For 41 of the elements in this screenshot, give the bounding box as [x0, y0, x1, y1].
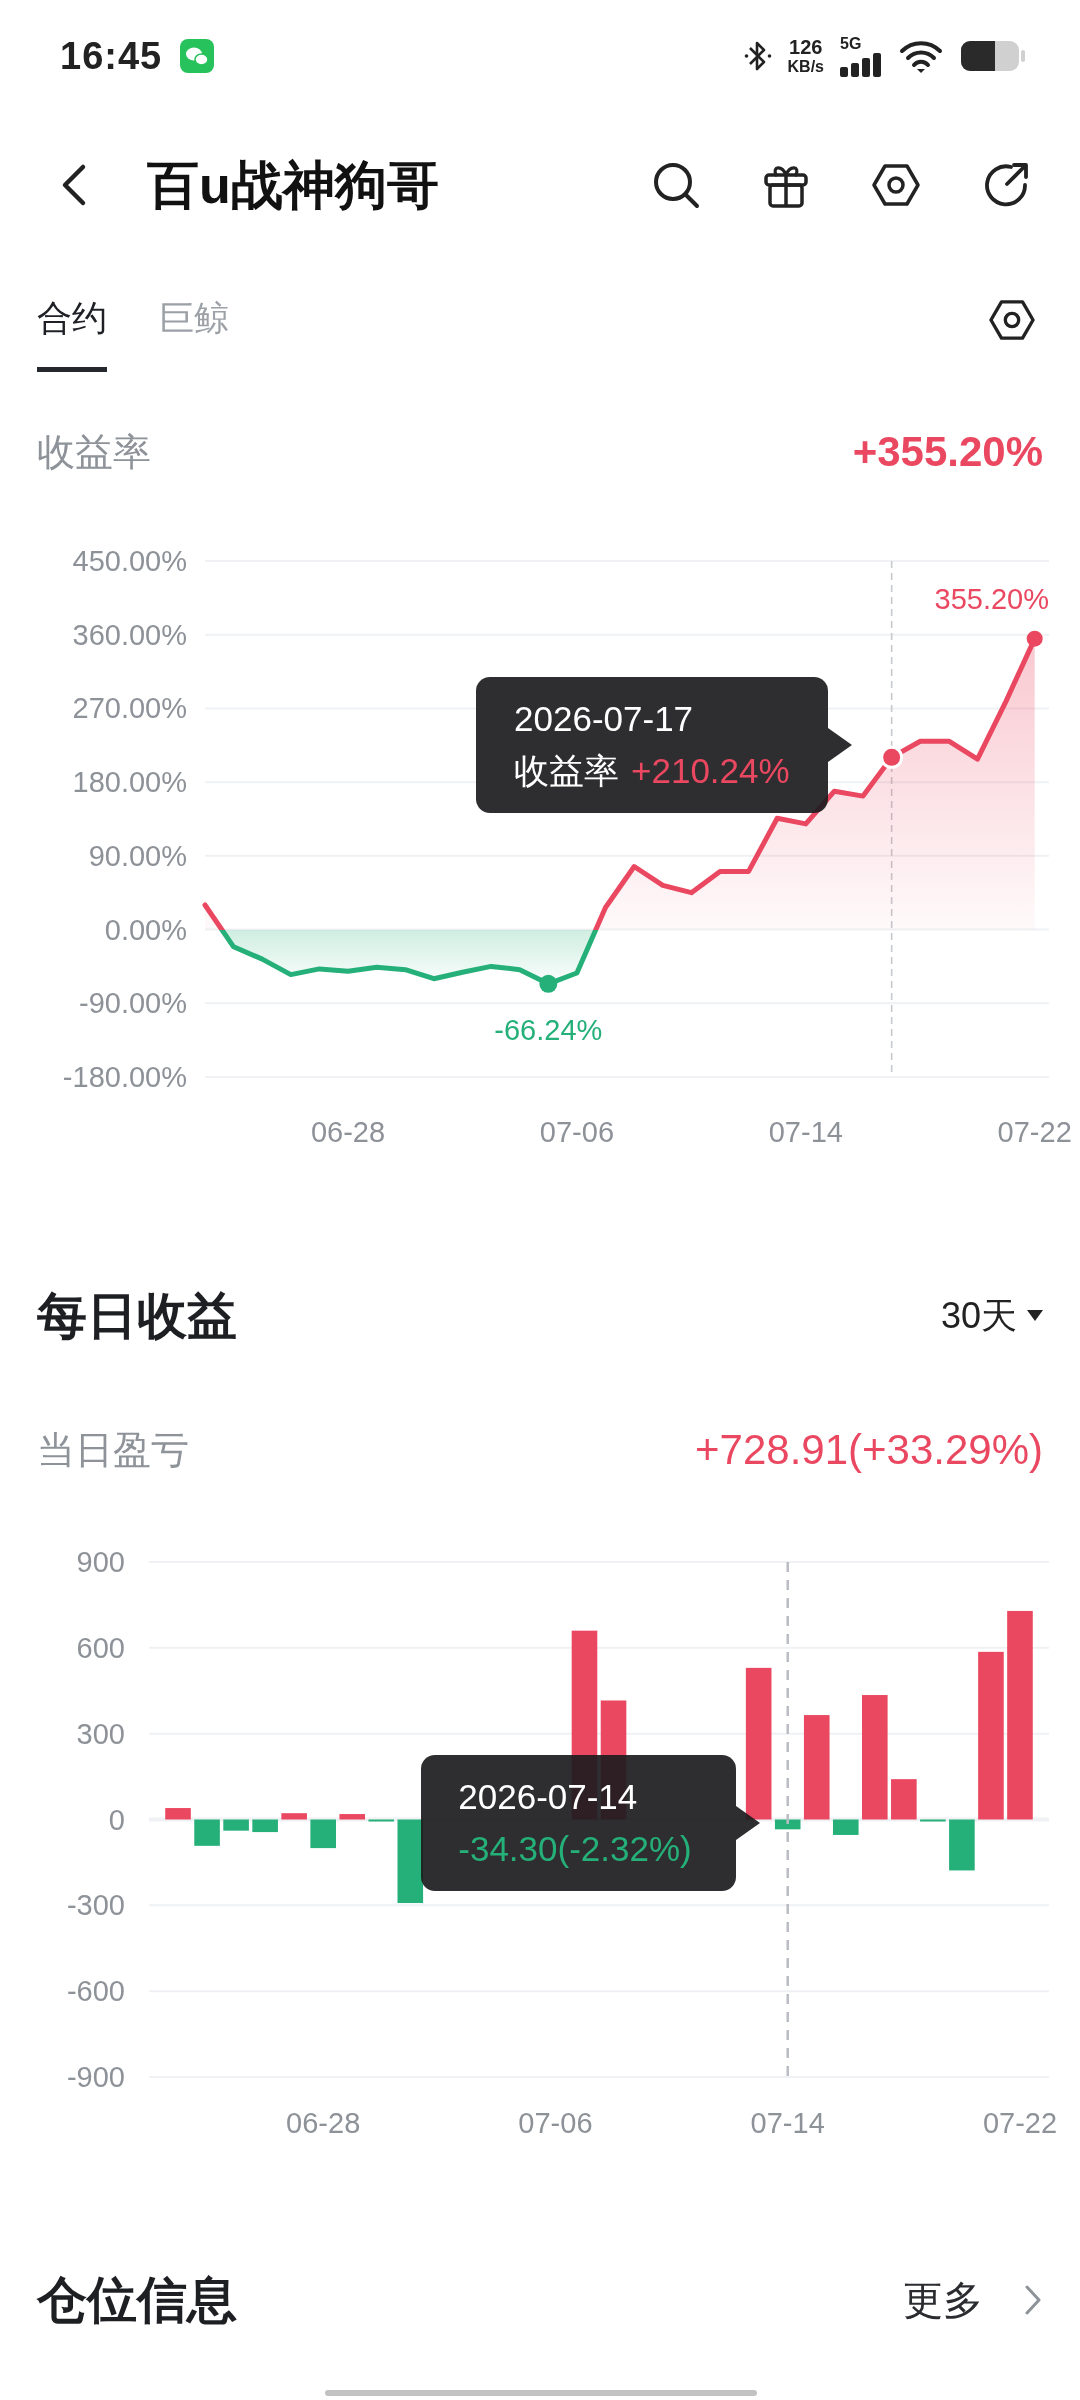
y-axis-label: 0 — [108, 1803, 125, 1836]
x-axis-label: 07-22 — [997, 1116, 1072, 1148]
daily-pnl-label: 当日盈亏 — [37, 1427, 189, 1473]
x-axis-label: 07-06 — [539, 1116, 614, 1148]
y-axis-label: 270.00% — [72, 692, 187, 725]
x-axis-label: 06-28 — [286, 2107, 361, 2139]
page-title: 百u战神狗哥 — [147, 154, 440, 216]
y-axis-label: -300 — [66, 1889, 125, 1922]
y-axis-label: 360.00% — [72, 618, 187, 651]
section-title: 每日收益 — [37, 1286, 237, 1346]
tooltip-value: +210.24% — [631, 750, 790, 793]
y-axis-label: 900 — [76, 1546, 125, 1578]
status-time: 16:45 — [60, 34, 163, 78]
y-axis-label: -180.00% — [62, 1061, 187, 1093]
daily-pnl-value: +728.91(+33.29%) — [695, 1426, 1043, 1474]
end-value-label: 355.20% — [934, 582, 1049, 615]
tooltip-value: -34.30(-2.32%) — [458, 1827, 692, 1870]
section-title: 仓位信息 — [37, 2270, 237, 2330]
return-rate-value: +355.20% — [852, 428, 1043, 476]
x-axis-label: 07-14 — [750, 2107, 825, 2139]
y-axis-label: 90.00% — [88, 839, 187, 872]
network-speed: 126 — [789, 37, 823, 57]
x-axis-label: 06-28 — [310, 1116, 386, 1148]
y-axis-label: -600 — [66, 1975, 125, 2008]
speed-unit: KB/s — [787, 59, 824, 75]
y-axis-label: 0.00% — [104, 913, 187, 946]
y-axis-label: 180.00% — [72, 766, 187, 799]
x-axis-label: 07-06 — [518, 2107, 593, 2139]
x-axis-label: 07-14 — [768, 1116, 843, 1148]
y-axis-label: 300 — [76, 1717, 125, 1750]
tooltip-label: 收益率 — [514, 750, 620, 793]
tooltip-date: 2026-07-17 — [514, 698, 695, 741]
y-axis-label: -900 — [66, 2061, 125, 2093]
y-axis-label: -90.00% — [79, 987, 187, 1020]
tooltip-date: 2026-07-14 — [458, 1775, 639, 1818]
min-value-label: -66.24% — [494, 1013, 603, 1046]
y-axis-label: 450.00% — [72, 545, 187, 577]
y-axis-label: 600 — [76, 1631, 125, 1664]
x-axis-label: 07-22 — [982, 2107, 1058, 2139]
return-rate-label: 收益率 — [37, 429, 151, 475]
network-type: 5G — [840, 35, 862, 52]
